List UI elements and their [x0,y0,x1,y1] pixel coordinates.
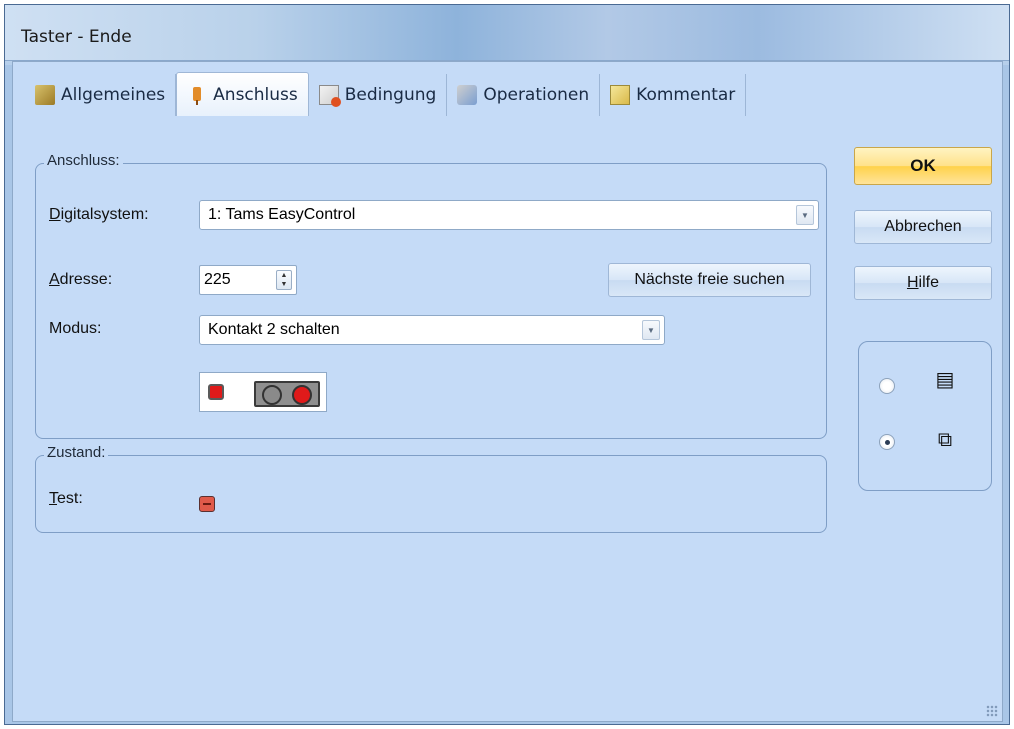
digitalsystem-label-accesskey: D [49,206,61,223]
signal-lamp-red [292,385,312,405]
zustand-legend: Zustand: [44,444,109,461]
tab-anschluss[interactable]: Anschluss [176,72,309,116]
view-options-group [858,341,992,491]
signal-lamp-gray [262,385,282,405]
general-icon [35,85,55,105]
view-option-list-radio[interactable] [879,378,895,394]
cancel-label: Abbrechen [884,218,962,235]
chevron-down-icon[interactable]: ▼ [642,320,660,340]
help-label-text: ilfe [918,274,939,291]
chevron-down-icon[interactable]: ▼ [796,205,814,225]
modus-value: Kontakt 2 schalten [208,321,340,338]
dialog-window: Taster - Ende Allgemeines Anschluss Bedi… [4,4,1010,725]
contact-preview [199,372,327,412]
tab-kommentar[interactable]: Kommentar [600,74,747,116]
window-title: Taster - Ende [21,27,132,47]
test-indicator-icon[interactable] [199,496,215,512]
signal-icon [254,381,320,407]
ok-label: OK [910,156,936,175]
adresse-label-text: dresse: [59,271,113,288]
tab-label: Allgemeines [61,85,166,105]
adresse-label-accesskey: A [49,271,60,288]
tab-label: Bedingung [344,85,437,105]
copy-view-icon: ⧉ [937,427,953,451]
anschluss-legend: Anschluss: [44,152,123,169]
list-view-icon: ▤ [935,367,955,391]
modus-label: Modus: [49,320,102,337]
cancel-button[interactable]: Abbrechen [854,210,992,244]
modus-select[interactable]: Kontakt 2 schalten ▼ [199,315,665,345]
resize-grip-icon[interactable] [986,705,998,717]
plug-icon [187,85,207,105]
zustand-group: Zustand: [35,444,827,533]
adresse-value: 225 [204,271,231,288]
tab-bedingung[interactable]: Bedingung [309,74,448,116]
tab-label: Anschluss [213,84,298,105]
operations-icon [457,85,478,105]
tab-allgemeines[interactable]: Allgemeines [25,74,177,116]
adresse-label: Adresse: [49,271,112,289]
next-free-button[interactable]: Nächste freie suchen [608,263,811,297]
help-label-accesskey: H [906,274,919,291]
test-label: Test: [49,490,83,508]
digitalsystem-select[interactable]: 1: Tams EasyControl ▼ [199,200,819,230]
tab-label: Operationen [483,85,590,105]
digitalsystem-value: 1: Tams EasyControl [208,206,356,223]
help-button[interactable]: Hilfe [854,266,992,300]
digitalsystem-label: Digitalsystem: [49,206,149,224]
tab-operationen[interactable]: Operationen [447,74,601,116]
test-label-text: est: [57,490,83,507]
adresse-stepper[interactable]: 225 ▲ ▼ [199,265,297,295]
tab-bar: Allgemeines Anschluss Bedingung Operatio… [25,72,747,116]
tab-label: Kommentar [636,85,736,105]
next-free-label: Nächste freie suchen [634,271,785,288]
test-label-accesskey: T [49,490,57,507]
title-bar[interactable]: Taster - Ende [5,5,1009,61]
dialog-client-area: Allgemeines Anschluss Bedingung Operatio… [12,61,1003,722]
help-label: Hilfe [907,274,939,292]
digitalsystem-label-text: igitalsystem: [60,206,149,223]
spinner-arrows-icon[interactable]: ▲ ▼ [276,270,292,290]
condition-icon [318,85,341,107]
red-led-icon [208,384,224,400]
comment-icon [610,85,631,105]
ok-button[interactable]: OK [854,147,992,185]
view-option-copy-radio[interactable] [879,434,895,450]
